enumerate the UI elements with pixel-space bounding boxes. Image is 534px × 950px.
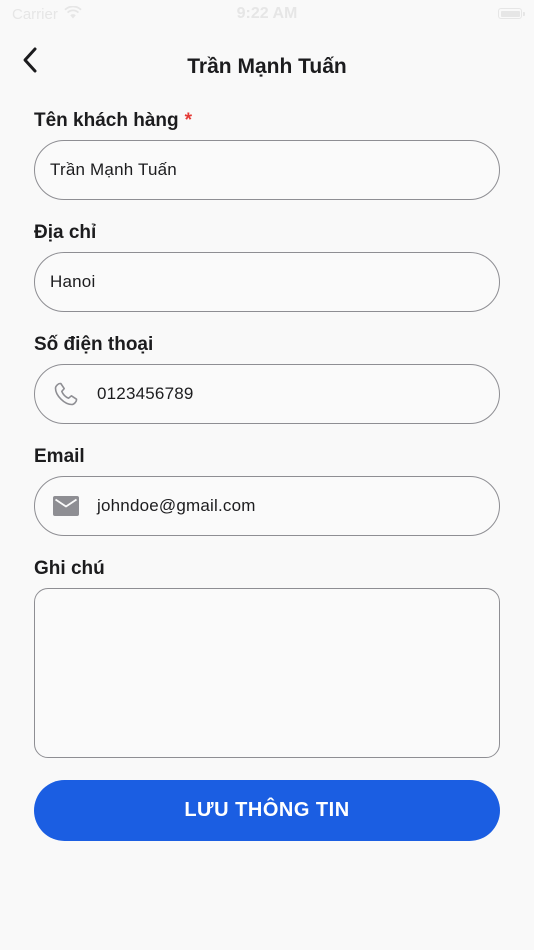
email-value: johndoe@gmail.com — [97, 496, 256, 515]
address-label: Địa chỉ — [34, 222, 97, 243]
address-field-group: Địa chỉ Hanoi — [34, 220, 500, 312]
nav-bar: Trần Mạnh Tuấn — [0, 40, 534, 96]
address-input[interactable]: Hanoi — [34, 252, 500, 312]
save-button[interactable]: LƯU THÔNG TIN — [34, 780, 500, 841]
page-title: Trần Mạnh Tuấn — [187, 55, 347, 78]
customer-name-label-text: Tên khách hàng — [34, 110, 179, 131]
customer-name-input[interactable]: Trần Mạnh Tuấn — [34, 140, 500, 200]
phone-icon — [51, 379, 81, 409]
note-textarea[interactable] — [34, 588, 500, 758]
status-bar: Carrier 9:22 AM — [0, 0, 534, 30]
phone-label: Số điện thoại — [34, 334, 154, 355]
battery-icon — [498, 8, 525, 19]
phone-value: 0123456789 — [97, 384, 194, 403]
status-time: 9:22 AM — [236, 5, 298, 22]
customer-name-label: Tên khách hàng * — [34, 108, 500, 134]
note-label: Ghi chú — [34, 558, 105, 579]
email-label: Email — [34, 446, 85, 467]
customer-form: Tên khách hàng * Trần Mạnh Tuấn Địa chỉ H… — [34, 108, 500, 778]
note-field-group: Ghi chú — [34, 556, 500, 758]
email-input[interactable]: johndoe@gmail.com — [34, 476, 500, 536]
customer-name-value: Trần Mạnh Tuấn — [50, 160, 177, 179]
phone-field-group: Số điện thoại 0123456789 — [34, 332, 500, 424]
phone-input[interactable]: 0123456789 — [34, 364, 500, 424]
mail-icon — [51, 491, 81, 521]
email-field-group: Email johndoe@gmail.com — [34, 444, 500, 536]
customer-name-field-group: Tên khách hàng * Trần Mạnh Tuấn — [34, 108, 500, 200]
required-mark: * — [184, 110, 193, 131]
save-button-label: LƯU THÔNG TIN — [184, 799, 350, 821]
address-value: Hanoi — [50, 272, 96, 291]
